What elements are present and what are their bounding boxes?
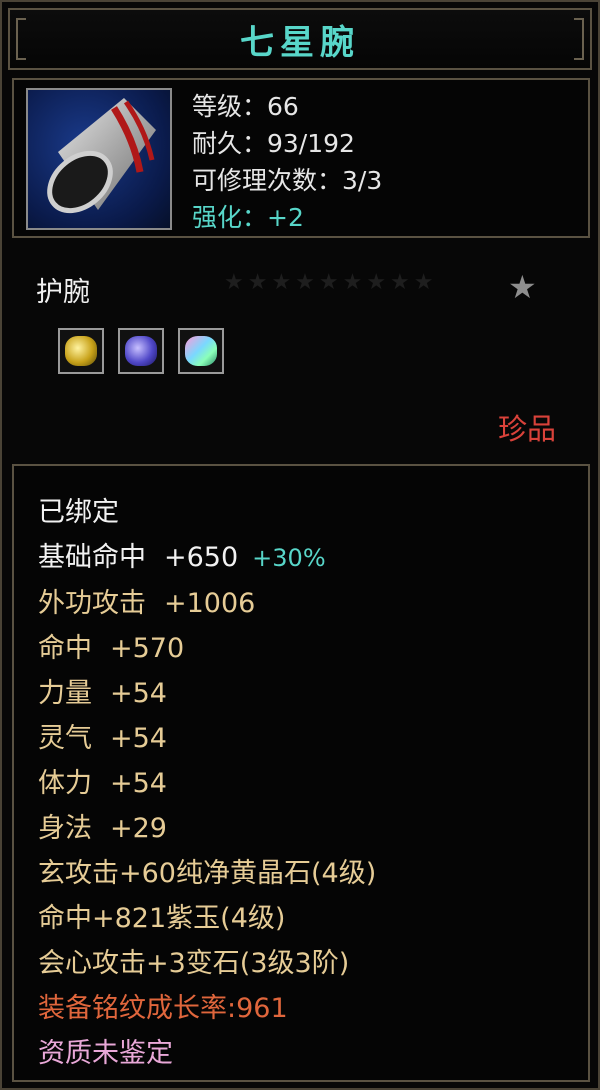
spirit-value: +54 — [110, 723, 167, 754]
gem-sockets — [58, 328, 224, 374]
durability-stat: 耐久：93/192 — [192, 129, 355, 158]
quality-status: 资质未鉴定 — [38, 1038, 173, 1069]
purple-gem-icon[interactable] — [118, 328, 164, 374]
slot-type: 护腕 — [36, 277, 90, 308]
gem-bonus-1: 玄攻击+60纯净黄晶石(4级) — [38, 858, 377, 889]
strength-value: +54 — [110, 678, 167, 709]
level-stat: 等级：66 — [192, 92, 299, 121]
base-hit-row: 基础命中 +650 +30% — [38, 535, 376, 581]
stamina-row: 体力 +54 — [38, 761, 376, 806]
ext-attack-row: 外功攻击 +1006 — [38, 581, 376, 626]
hit-row: 命中 +570 — [38, 626, 376, 671]
strength-label: 力量 — [38, 678, 92, 709]
item-title: 七星腕 — [240, 22, 360, 63]
ext-attack-value: +1006 — [164, 588, 256, 619]
spirit-label: 灵气 — [38, 723, 92, 754]
multicolor-gem-icon[interactable] — [178, 328, 224, 374]
gem-bonus-3: 会心攻击+3变石(3级3阶) — [38, 948, 350, 979]
stamina-label: 体力 — [38, 768, 92, 799]
growth-rate: 装备铭纹成长率:961 — [38, 993, 288, 1024]
gem-bonus-2: 命中+821紫玉(4级) — [38, 903, 286, 934]
base-hit-value: +650 — [164, 542, 239, 573]
strength-row: 力量 +54 — [38, 671, 376, 716]
bracer-icon — [26, 88, 172, 230]
bound-status: 已绑定 — [38, 497, 119, 528]
hit-label: 命中 — [38, 633, 92, 664]
agility-row: 身法 +29 — [38, 806, 376, 851]
base-hit-label: 基础命中 — [38, 542, 146, 573]
agility-label: 身法 — [38, 813, 92, 844]
yellow-gem-icon[interactable] — [58, 328, 104, 374]
attributes-panel: 已绑定 基础命中 +650 +30% 外功攻击 +1006 命中 +570 力量 +54 … — [12, 464, 590, 1082]
star-rating: ★★★★★★★★★ — [224, 270, 438, 295]
item-header: 等级：66 耐久：93/192 可修理次数：3/3 强化：+2 — [12, 78, 590, 238]
title-ornament-left — [16, 18, 26, 60]
ext-attack-label: 外功攻击 — [38, 588, 146, 619]
title-bar: 七星腕 — [8, 8, 592, 70]
title-ornament-right — [574, 18, 584, 60]
hit-value: +570 — [110, 633, 185, 664]
repair-count-stat: 可修理次数：3/3 — [192, 166, 383, 195]
enhance-stat: 强化：+2 — [192, 203, 304, 232]
item-info: 护腕 ★★★★★★★★★ ★ 珍品 — [12, 242, 590, 462]
stamina-value: +54 — [110, 768, 167, 799]
base-hit-bonus: +30% — [252, 544, 326, 572]
star-icon: ★ — [508, 268, 537, 306]
rarity-label: 珍品 — [497, 412, 556, 446]
item-stats: 等级：66 耐久：93/192 可修理次数：3/3 强化：+2 — [192, 88, 382, 236]
spirit-row: 灵气 +54 — [38, 716, 376, 761]
item-tooltip: 七星腕 等级：66 耐久：93/192 可修理次数：3/3 强化：+2 护腕 ★… — [0, 0, 600, 1090]
agility-value: +29 — [110, 813, 167, 844]
